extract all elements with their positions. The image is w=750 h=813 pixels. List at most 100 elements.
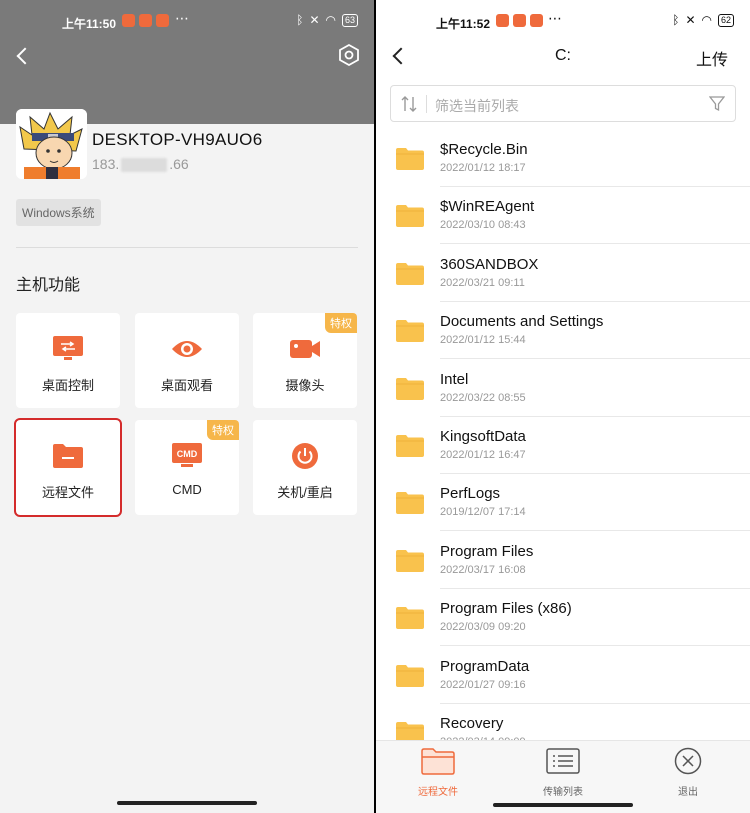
nav-label: 退出 — [678, 787, 698, 798]
status-time: 上午11:52 — [436, 17, 491, 31]
tile-label: 远程文件 — [41, 485, 94, 500]
tile-label: 桌面控制 — [41, 378, 94, 393]
status-bar: 上午11:52 ⋯ ᛒ ✕ ◠ 62 — [376, 0, 750, 40]
svg-text:CMD: CMD — [177, 449, 198, 459]
folder-row[interactable]: ProgramData 2022/01/27 09:16 — [376, 647, 750, 704]
system-icons: ᛒ ✕ ◠ 63 — [296, 13, 358, 27]
divider — [426, 95, 427, 113]
bluetooth-icon: ᛒ — [672, 13, 680, 27]
folder-icon — [396, 148, 424, 170]
bottom-nav: 远程文件 传输列表 退出 — [376, 740, 750, 813]
mute-icon: ✕ — [685, 13, 696, 27]
folder-icon — [396, 607, 424, 630]
transfer-list-icon — [546, 748, 580, 774]
remote-files-screen: 上午11:52 ⋯ ᛒ ✕ ◠ 62 C: 上传 筛选当前列表 $Recycle… — [376, 0, 750, 813]
tile-remote-files[interactable]: 远程文件 — [14, 418, 122, 517]
file-list: $Recycle.Bin 2022/01/12 18:17 $WinREAgent 2… — [376, 130, 750, 740]
folder-date: 2022/03/21 09:11 — [440, 276, 525, 289]
notification-icons — [496, 14, 543, 27]
tile-shutdown-restart[interactable]: 关机/重启 — [253, 420, 357, 515]
power-icon — [292, 443, 318, 469]
wifi-icon: ◠ — [325, 13, 336, 27]
folder-row[interactable]: Documents and Settings 2022/01/12 15:44 — [376, 302, 750, 360]
filter-input[interactable]: 筛选当前列表 — [435, 96, 519, 116]
folder-icon — [421, 748, 455, 775]
folder-row[interactable]: PerfLogs 2019/12/07 17:14 — [376, 474, 750, 532]
notification-icons — [122, 14, 169, 27]
folder-row[interactable]: 360SANDBOX 2022/03/21 09:11 — [376, 245, 750, 302]
folder-icon — [396, 549, 424, 572]
folder-row[interactable]: Recovery2022/03/14 09:09 — [376, 704, 750, 740]
more-notifications-icon: ⋯ — [175, 10, 190, 26]
status-bar: 上午11:50 ⋯ ᛒ ✕ ◠ 63 — [0, 0, 374, 40]
system-icons: ᛒ ✕ ◠ 62 — [672, 13, 734, 27]
ip-prefix: 183. — [92, 156, 120, 172]
folder-row[interactable]: KingsoftData 2022/01/12 16:47 — [376, 417, 750, 474]
folder-date: 2022/01/12 16:47 — [440, 449, 526, 461]
more-notifications-icon: ⋯ — [548, 10, 563, 26]
tile-label: 摄像头 — [285, 378, 325, 393]
folder-icon — [396, 664, 424, 687]
nav-remote-files[interactable]: 远程文件 — [393, 747, 483, 798]
battery-icon: 62 — [717, 13, 734, 27]
tile-label: 桌面观看 — [160, 378, 213, 393]
folder-date: 2019/12/07 17:14 — [440, 506, 526, 519]
nav-label: 远程文件 — [418, 787, 458, 798]
folder-icon — [396, 377, 424, 400]
tile-cmd[interactable]: 特权 CMD CMD — [135, 420, 239, 515]
cmd-icon: CMD — [172, 443, 202, 467]
folder-name: $Recycle.Bin — [440, 141, 528, 158]
folder-icon — [396, 320, 424, 343]
folder-name: Documents and Settings — [440, 313, 604, 331]
host-detail-screen: 上午11:50 ⋯ ᛒ ✕ ◠ 63 DESKTOP-VH9AUO6 183. … — [0, 0, 374, 813]
folder-name: Program Files — [440, 542, 534, 560]
folder-row[interactable]: $Recycle.Bin 2022/01/12 18:17 — [376, 130, 750, 187]
folder-name: Program Files (x86) — [440, 600, 572, 618]
os-badge: Windows系统 — [16, 199, 101, 226]
privilege-badge: 特权 — [207, 420, 239, 440]
host-name: DESKTOP-VH9AUO6 — [92, 130, 263, 149]
folder-row[interactable]: Program Files 2022/03/17 16:08 — [376, 532, 750, 589]
nav-exit[interactable]: 退出 — [643, 747, 733, 798]
folder-date: 2022/01/12 15:44 — [440, 334, 526, 347]
wifi-icon: ◠ — [701, 13, 712, 27]
folder-name: ProgramData — [440, 657, 530, 675]
host-ip: 183. .66 — [92, 156, 189, 173]
mute-icon: ✕ — [309, 13, 320, 27]
folder-name: KingsoftData — [440, 428, 526, 445]
ip-suffix: .66 — [169, 156, 189, 172]
nav-transfer-list[interactable]: 传输列表 — [518, 747, 608, 798]
exit-icon — [674, 747, 702, 775]
home-indicator[interactable] — [117, 801, 257, 805]
tile-desktop-view[interactable]: 桌面观看 — [135, 313, 239, 408]
folder-row[interactable]: $WinREAgent 2022/03/10 08:43 — [376, 187, 750, 245]
filter-icon[interactable] — [709, 96, 725, 112]
tile-desktop-control[interactable]: 桌面控制 — [16, 313, 120, 408]
folder-date: 2022/01/27 09:16 — [440, 678, 526, 691]
ip-redacted — [121, 158, 168, 173]
host-header: 上午11:50 ⋯ ᛒ ✕ ◠ 63 — [0, 0, 374, 124]
camera-icon — [290, 340, 320, 358]
folder-icon — [396, 492, 424, 515]
upload-button[interactable]: 上传 — [696, 46, 728, 70]
folder-date: 2022/01/12 18:17 — [440, 162, 526, 174]
folder-row[interactable]: Program Files (x86) 2022/03/09 09:20 — [376, 589, 750, 647]
folder-name: $WinREAgent — [440, 198, 535, 216]
filter-bar: 筛选当前列表 — [390, 85, 736, 122]
status-time: 上午11:50 — [62, 17, 117, 31]
sort-icon[interactable] — [401, 95, 417, 113]
settings-icon[interactable] — [338, 44, 360, 66]
tile-label: CMD — [172, 482, 202, 497]
home-indicator[interactable] — [493, 803, 633, 807]
folder-name: Intel — [440, 370, 469, 388]
back-button[interactable] — [10, 42, 38, 70]
folder-name: Recovery — [440, 715, 504, 732]
folder-row[interactable]: Intel 2022/03/22 08:55 — [376, 360, 750, 417]
folder-icon — [396, 205, 424, 228]
tile-camera[interactable]: 特权 摄像头 — [253, 313, 357, 408]
divider — [16, 247, 358, 248]
nav-label: 传输列表 — [543, 787, 583, 798]
tile-label: 关机/重启 — [277, 485, 333, 500]
battery-icon: 63 — [341, 13, 358, 27]
monitor-icon — [53, 336, 83, 360]
